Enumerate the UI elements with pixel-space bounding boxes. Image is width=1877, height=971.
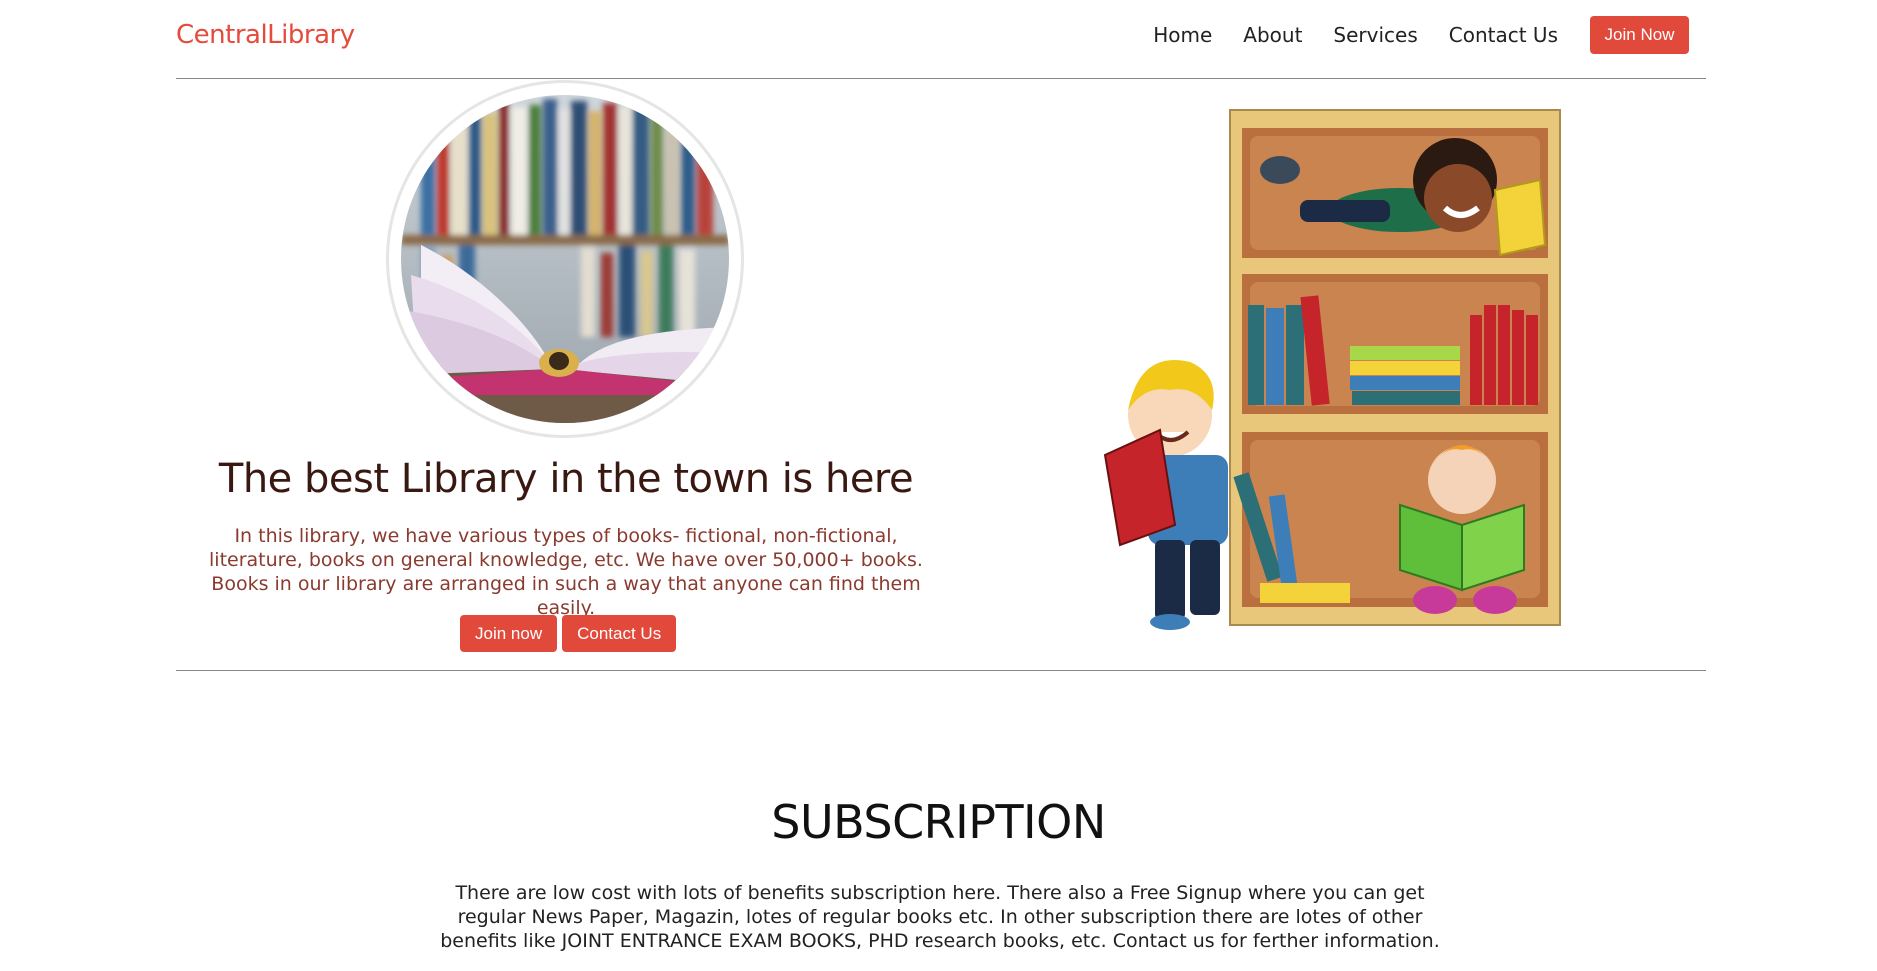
subscription-title: SUBSCRIPTION — [771, 795, 1106, 849]
subscription-description: There are low cost with lots of benefits… — [440, 882, 1440, 952]
navbar: CentralLibrary Home About Services Conta… — [176, 0, 1706, 79]
hero-contact-button[interactable]: Contact Us — [562, 615, 677, 652]
hero-book-image — [386, 80, 744, 438]
nav-link-services[interactable]: Services — [1333, 23, 1417, 47]
open-book-illustration — [401, 95, 729, 423]
hero-join-button[interactable]: Join now — [460, 615, 558, 652]
section-divider — [176, 670, 1706, 671]
hero-title: The best Library in the town is here — [218, 456, 914, 502]
hero-description: In this library, we have various types o… — [209, 525, 923, 619]
nav-link-about[interactable]: About — [1243, 23, 1302, 47]
kids-bookshelf-illustration — [1100, 100, 1570, 645]
hero-actions: Join now Contact Us — [460, 615, 677, 652]
nav-links: Home About Services Contact Us — [1153, 23, 1558, 47]
nav-link-home[interactable]: Home — [1153, 23, 1212, 47]
join-now-button[interactable]: Join Now — [1590, 16, 1689, 54]
brand-logo[interactable]: CentralLibrary — [176, 20, 355, 50]
nav-link-contact[interactable]: Contact Us — [1449, 23, 1558, 47]
